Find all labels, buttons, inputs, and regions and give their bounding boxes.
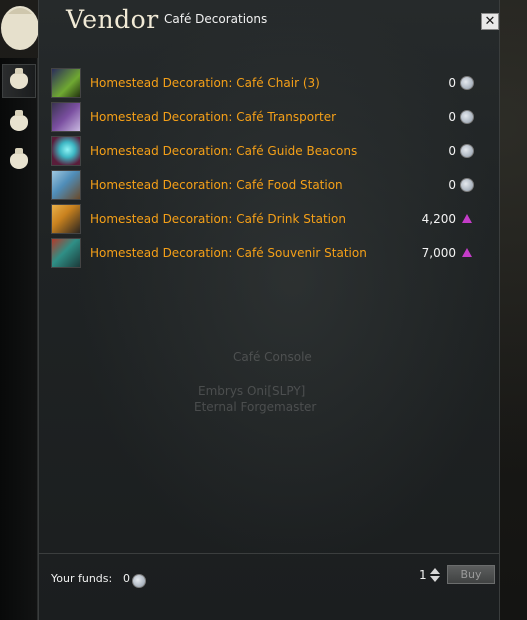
item-price: 0 — [448, 144, 456, 158]
item-price: 0 — [448, 110, 456, 124]
cafe-chair-icon — [51, 68, 81, 98]
bag-icon — [10, 148, 28, 169]
triangle-currency-icon — [460, 246, 474, 260]
list-item[interactable]: Homestead Decoration: Café Guide Beacons… — [50, 134, 476, 168]
bag-icon — [10, 110, 28, 131]
npc-nameplate: Café Console — [233, 350, 312, 364]
cafe-food-station-icon — [51, 170, 81, 200]
item-name: Homestead Decoration: Café Transporter — [90, 110, 337, 124]
list-item[interactable]: Homestead Decoration: Café Souvenir Stat… — [50, 236, 476, 270]
item-price: 0 — [448, 76, 456, 90]
item-price: 4,200 — [421, 212, 456, 226]
item-name: Homestead Decoration: Café Guide Beacons — [90, 144, 358, 158]
footer-divider — [38, 553, 500, 554]
tab-vendor-2[interactable] — [2, 106, 36, 140]
list-item[interactable]: Homestead Decoration: Café Drink Station… — [50, 202, 476, 236]
karma-icon — [460, 144, 474, 158]
quantity-value[interactable]: 1 — [419, 568, 427, 582]
cafe-guide-beacons-icon — [51, 136, 81, 166]
buy-button[interactable]: Buy — [447, 565, 495, 584]
close-button[interactable]: ✕ — [481, 13, 499, 30]
vendor-item-list: Homestead Decoration: Café Chair (3) 0 H… — [50, 66, 476, 270]
item-name: Homestead Decoration: Café Drink Station — [90, 212, 346, 226]
quantity-stepper[interactable] — [429, 567, 441, 585]
karma-icon — [460, 178, 474, 192]
item-name: Homestead Decoration: Café Souvenir Stat… — [90, 246, 367, 260]
item-name: Homestead Decoration: Café Chair (3) — [90, 76, 320, 90]
player-title: Eternal Forgemaster — [194, 400, 317, 414]
triangle-currency-icon — [460, 212, 474, 226]
stepper-down-icon[interactable] — [430, 576, 440, 582]
item-name: Homestead Decoration: Café Food Station — [90, 178, 343, 192]
vendor-tab-strip — [0, 58, 38, 620]
funds-value: 0 — [123, 572, 130, 585]
player-nameplate: Embrys Oni[SLPY] — [198, 384, 306, 398]
funds-label: Your funds: — [51, 572, 113, 585]
list-item[interactable]: Homestead Decoration: Café Chair (3) 0 — [50, 66, 476, 100]
item-price: 0 — [448, 178, 456, 192]
karma-icon — [460, 110, 474, 124]
cafe-souvenir-station-icon — [51, 238, 81, 268]
item-price: 7,000 — [421, 246, 456, 260]
bag-icon — [10, 68, 28, 89]
cafe-transporter-icon — [51, 102, 81, 132]
window-subtitle: Café Decorations — [164, 12, 268, 26]
karma-icon — [460, 76, 474, 90]
window-title: Vendor — [66, 5, 159, 34]
list-item[interactable]: Homestead Decoration: Café Food Station … — [50, 168, 476, 202]
tab-vendor-3[interactable] — [2, 144, 36, 178]
tab-cafe-decorations[interactable] — [2, 64, 36, 98]
list-item[interactable]: Homestead Decoration: Café Transporter 0 — [50, 100, 476, 134]
karma-icon — [132, 574, 146, 588]
stepper-up-icon[interactable] — [430, 568, 440, 574]
cafe-drink-station-icon — [51, 204, 81, 234]
